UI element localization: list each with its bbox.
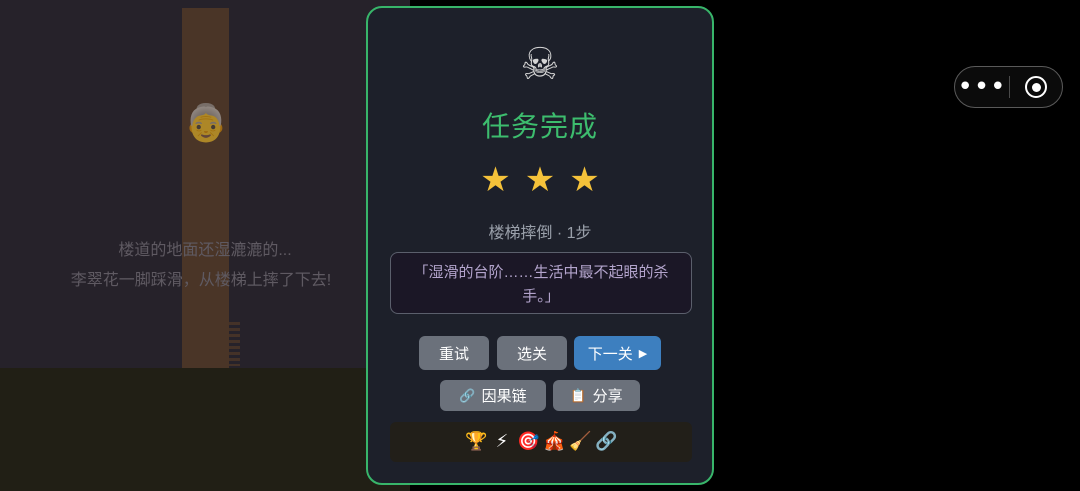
circus-tent-icon[interactable]: 🎪 bbox=[543, 422, 565, 462]
scene-narration-line-1: 楼道的地面还湿漉漉的... bbox=[118, 242, 292, 259]
next-level-label: 下一关 bbox=[587, 345, 633, 363]
star-rating: ★ ★ ★ bbox=[368, 160, 712, 200]
select-level-button[interactable]: 选关 bbox=[497, 336, 567, 370]
select-level-label: 选关 bbox=[516, 345, 547, 363]
lightning-icon[interactable]: ⚡ bbox=[491, 422, 513, 462]
skull-crossbones-icon: ☠ bbox=[520, 39, 560, 90]
target-circle-icon bbox=[1025, 76, 1047, 98]
stairwell-wall bbox=[182, 8, 229, 368]
capsule-close-button[interactable] bbox=[1010, 67, 1062, 107]
play-icon: ▶ bbox=[638, 347, 648, 360]
trophy-icon[interactable]: 🏆 bbox=[465, 422, 487, 462]
share-label: 分享 bbox=[592, 388, 623, 405]
game-scene: 👵 楼道的地面还湿漉漉的... 李翠花一脚踩滑，从楼梯上摔了下去! bbox=[0, 0, 410, 491]
link-icon: 🔗 bbox=[459, 387, 476, 403]
star-icon: ★ bbox=[569, 160, 600, 200]
result-modal: ☠ 任务完成 ★ ★ ★ 楼梯摔倒 · 1步 「湿滑的台阶……生活中最不起眼的杀… bbox=[366, 6, 714, 485]
scene-floor bbox=[0, 368, 410, 491]
more-dots-icon[interactable]: ••• bbox=[955, 67, 1009, 107]
link-icon[interactable]: 🔗 bbox=[595, 422, 617, 462]
miniprogram-capsule: ••• bbox=[954, 66, 1063, 108]
scene-narration-line-2: 李翠花一脚踩滑，从楼梯上摔了下去! bbox=[70, 272, 332, 289]
next-level-button[interactable]: 下一关 ▶ bbox=[574, 336, 661, 370]
broom-icon[interactable]: 🧹 bbox=[569, 422, 591, 462]
quote-text: 「湿滑的台阶……生活中最不起眼的杀手。」 bbox=[413, 264, 669, 305]
causal-chain-label: 因果链 bbox=[481, 388, 527, 405]
result-title: 任务完成 bbox=[481, 111, 598, 142]
retry-button[interactable]: 重试 bbox=[419, 336, 489, 370]
level-info: 楼梯摔倒 · 1步 bbox=[488, 225, 592, 242]
star-icon: ★ bbox=[480, 160, 511, 200]
quote-box: 「湿滑的台阶……生活中最不起眼的杀手。」 bbox=[390, 252, 692, 314]
share-button[interactable]: 📋 分享 bbox=[553, 380, 640, 411]
target-icon[interactable]: 🎯 bbox=[517, 422, 539, 462]
stair-steps bbox=[224, 322, 240, 366]
person-icon: 👵 bbox=[183, 103, 229, 144]
achievement-bar: 🏆 ⚡ 🎯 🎪 🧹 🔗 bbox=[390, 422, 692, 462]
causal-chain-button[interactable]: 🔗 因果链 bbox=[440, 380, 546, 411]
retry-label: 重试 bbox=[438, 345, 469, 363]
star-icon: ★ bbox=[524, 160, 556, 200]
clipboard-icon: 📋 bbox=[570, 387, 587, 403]
